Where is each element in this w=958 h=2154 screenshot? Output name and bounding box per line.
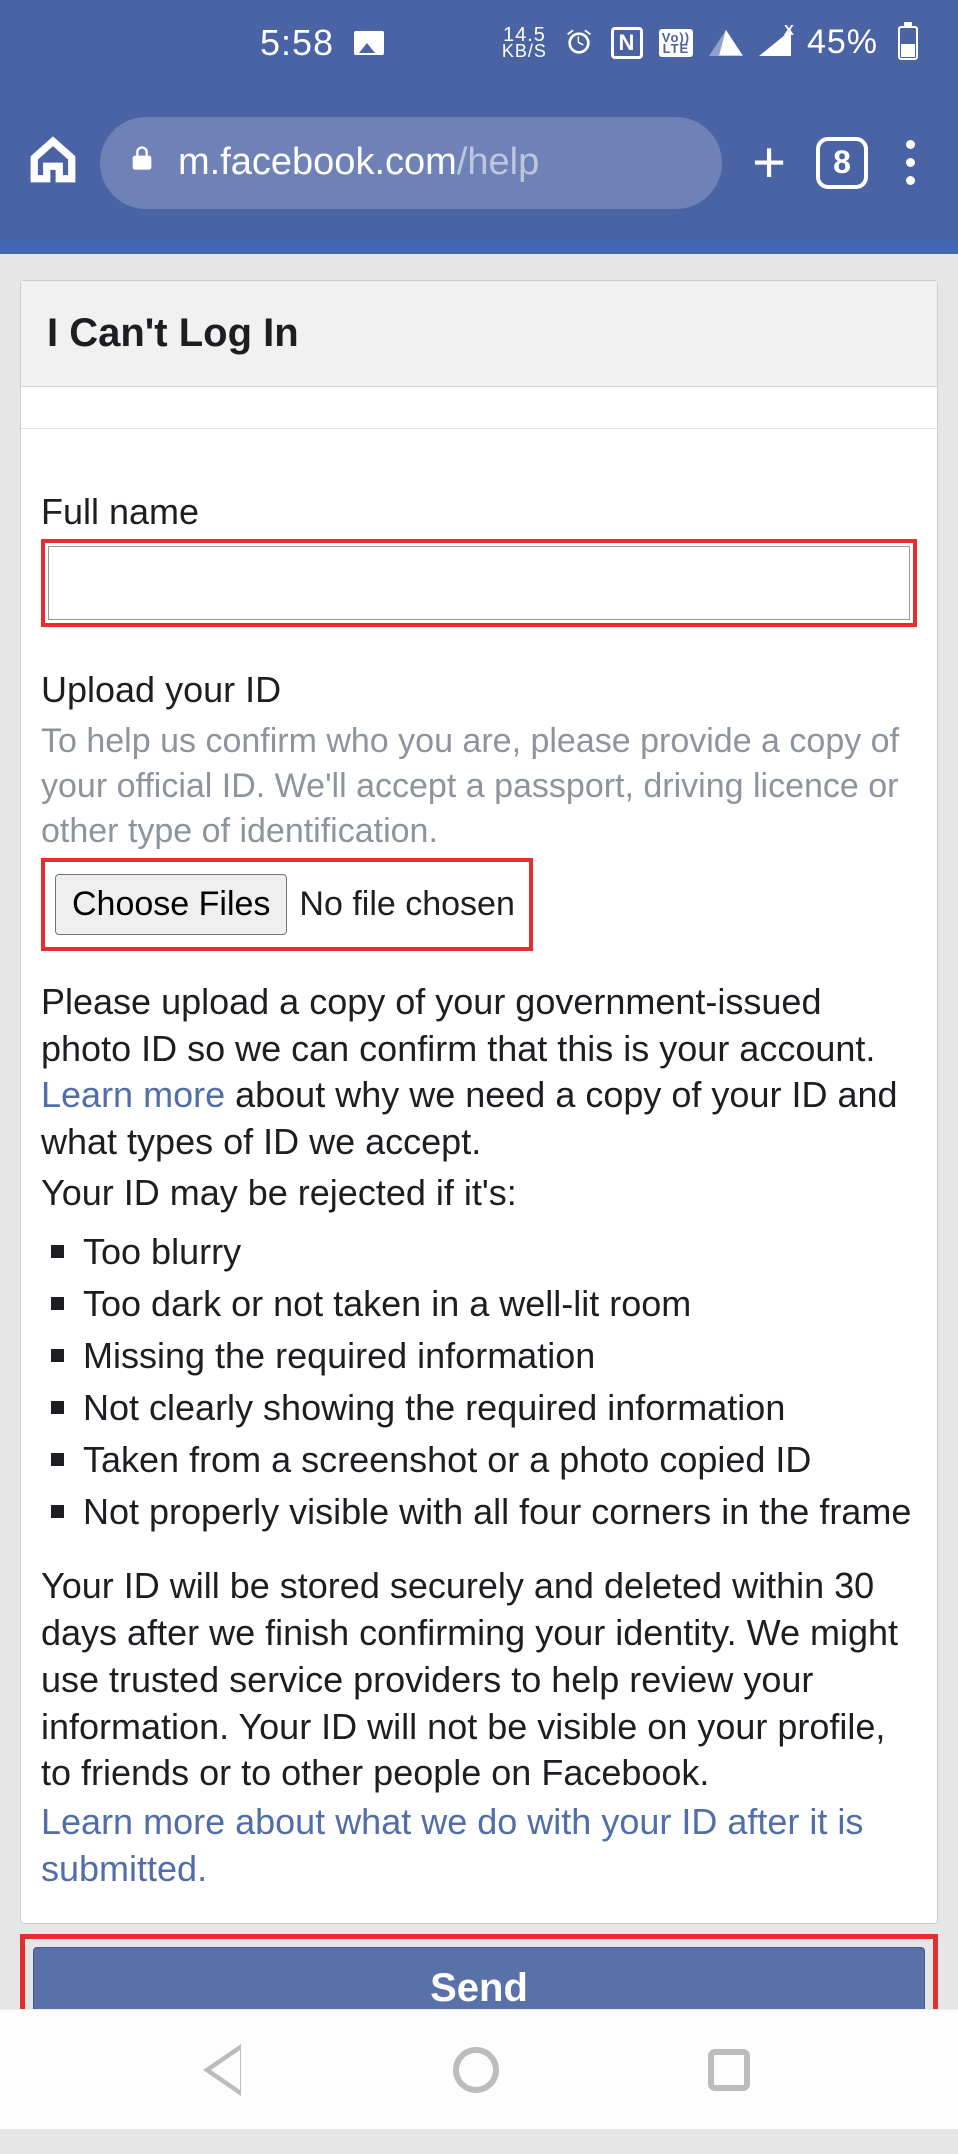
home-icon[interactable] — [28, 135, 78, 190]
rejected-intro: Your ID may be rejected if it's: — [41, 1170, 917, 1217]
learn-more-link[interactable]: Learn more — [41, 1074, 225, 1115]
learn-more-storage-link[interactable]: Learn more about what we do with your ID… — [41, 1799, 917, 1893]
status-clock: 5:58 — [260, 22, 334, 64]
storage-paragraph: Your ID will be stored securely and dele… — [41, 1563, 917, 1797]
kebab-menu-icon[interactable] — [890, 140, 930, 185]
url-bar[interactable]: m.facebook.com/help — [100, 117, 722, 209]
choose-files-button[interactable]: Choose Files — [55, 874, 287, 935]
alarm-icon — [563, 27, 595, 59]
list-item: Too dark or not taken in a well-lit room — [41, 1281, 917, 1327]
battery-icon — [898, 26, 918, 60]
tabs-button[interactable]: 8 — [816, 137, 868, 189]
upload-id-label: Upload your ID — [41, 667, 917, 713]
full-name-label: Full name — [41, 489, 917, 535]
full-name-input[interactable] — [48, 546, 910, 620]
page-background: I Can't Log In Full name Upload your ID … — [0, 254, 958, 2064]
instruction-paragraph-1: Please upload a copy of your government-… — [41, 979, 917, 1166]
new-tab-icon[interactable]: + — [744, 129, 794, 196]
url-text: m.facebook.com/help — [178, 141, 539, 184]
list-item: Missing the required information — [41, 1333, 917, 1379]
recent-apps-icon[interactable] — [708, 2049, 750, 2091]
upload-id-help-text: To help us confirm who you are, please p… — [41, 719, 917, 854]
list-item: Too blurry — [41, 1229, 917, 1275]
full-name-highlight — [41, 539, 917, 627]
volte-icon: Vo))LTE — [659, 29, 693, 57]
help-form-card: I Can't Log In Full name Upload your ID … — [20, 280, 938, 1924]
page-title: I Can't Log In — [21, 281, 937, 387]
screenshot-saved-icon — [354, 31, 384, 55]
android-status-bar: 5:58 14.5 KB/S N Vo))LTE X 45% — [0, 0, 958, 85]
file-chooser-highlight: Choose Files No file chosen — [41, 858, 533, 951]
list-item: Taken from a screenshot or a photo copie… — [41, 1437, 917, 1483]
battery-percent: 45% — [807, 23, 878, 62]
lock-icon — [128, 141, 156, 185]
file-chosen-status: No file chosen — [299, 883, 514, 927]
rejection-reasons-list: Too blurry Too dark or not taken in a we… — [41, 1229, 917, 1535]
network-speed-icon: 14.5 KB/S — [502, 27, 547, 59]
list-item: Not properly visible with all four corne… — [41, 1489, 917, 1535]
nfc-icon: N — [611, 27, 643, 59]
android-nav-bar — [0, 2009, 958, 2129]
cell-signal-icon: X — [759, 30, 791, 56]
wifi-icon — [709, 30, 743, 56]
browser-toolbar: m.facebook.com/help + 8 — [0, 85, 958, 240]
back-icon[interactable] — [209, 2045, 245, 2095]
facebook-header-bar — [0, 240, 958, 254]
list-item: Not clearly showing the required informa… — [41, 1385, 917, 1431]
home-nav-icon[interactable] — [453, 2047, 499, 2093]
